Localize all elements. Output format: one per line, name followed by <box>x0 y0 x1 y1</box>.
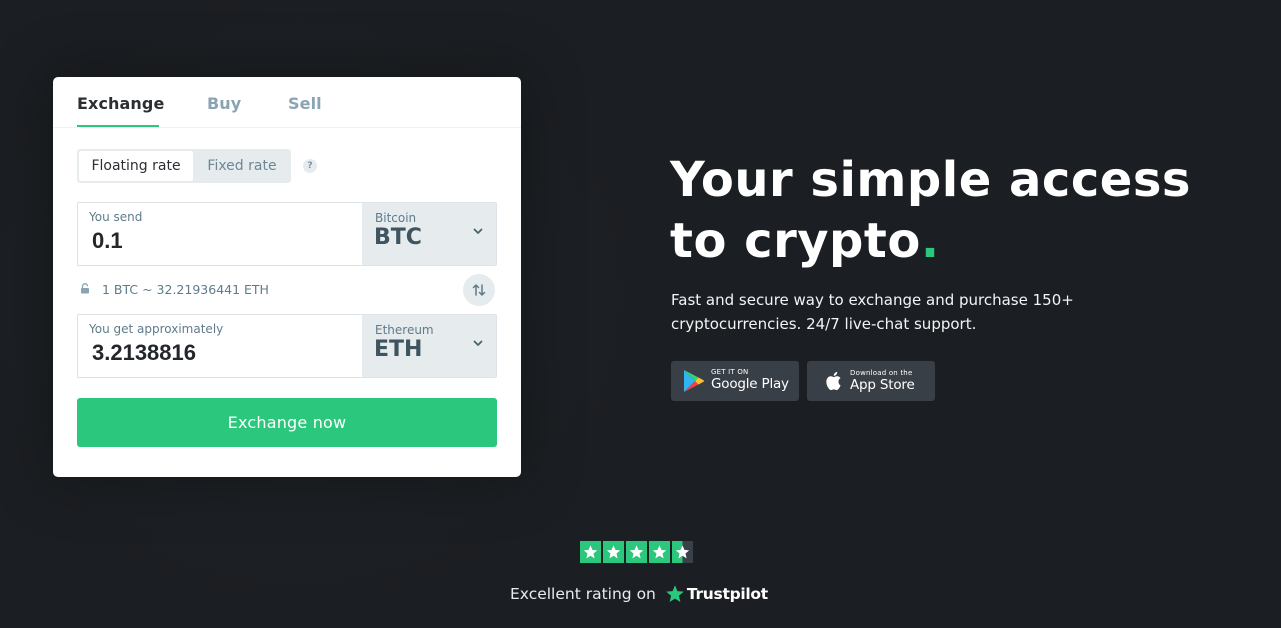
hero-title-dot: . <box>920 213 940 269</box>
app-store-small-text: Download on the <box>850 369 913 377</box>
trustpilot-stars <box>580 541 693 563</box>
send-field: You send Bitcoin BTC <box>77 202 497 266</box>
tab-sell[interactable]: Sell <box>288 94 322 113</box>
hero-title-line1: Your simple access <box>670 152 1191 208</box>
floating-rate-option[interactable]: Floating rate <box>79 151 193 181</box>
receive-label: You get approximately <box>89 322 224 336</box>
star-icon <box>580 541 601 563</box>
rate-type-toggle: Floating rate Fixed rate <box>77 149 291 183</box>
rating-text: Excellent rating on <box>510 585 656 603</box>
app-store-button[interactable]: Download on the App Store <box>807 361 935 401</box>
google-play-icon <box>684 370 704 392</box>
trustpilot-rating[interactable]: Excellent rating on Trustpilot <box>510 582 768 606</box>
receive-currency-name: Ethereum <box>375 323 434 337</box>
send-currency-name: Bitcoin <box>375 211 417 225</box>
send-label: You send <box>89 210 143 224</box>
send-currency-select[interactable]: Bitcoin BTC <box>362 203 496 265</box>
google-play-small-text: GET IT ON <box>711 368 749 376</box>
google-play-button[interactable]: GET IT ON Google Play <box>671 361 799 401</box>
google-play-big-text: Google Play <box>711 376 789 392</box>
star-icon <box>626 541 647 563</box>
trustpilot-star-icon <box>666 585 684 602</box>
chevron-down-icon <box>473 228 483 234</box>
hero-title: Your simple access to crypto. <box>670 150 1191 272</box>
exchange-rate-row: 1 BTC ~ 32.21936441 ETH <box>77 274 495 306</box>
receive-currency-select[interactable]: Ethereum ETH <box>362 315 496 377</box>
trustpilot-logo: Trustpilot <box>665 584 768 604</box>
half-star-icon <box>672 541 693 563</box>
swap-arrows-icon <box>472 284 486 296</box>
exchange-now-button[interactable]: Exchange now <box>77 398 497 447</box>
swap-button[interactable] <box>463 274 495 306</box>
receive-amount-input[interactable] <box>90 339 344 367</box>
star-icon <box>603 541 624 563</box>
exchange-rate-text: 1 BTC ~ 32.21936441 ETH <box>102 282 269 297</box>
trustpilot-wordmark: Trustpilot <box>686 585 768 603</box>
tab-bar: Exchange Buy Sell <box>53 77 521 128</box>
send-currency-code: BTC <box>374 225 422 250</box>
rate-help-icon[interactable]: ? <box>303 159 317 173</box>
receive-currency-code: ETH <box>374 337 423 362</box>
lock-icon <box>81 283 89 294</box>
fixed-rate-option[interactable]: Fixed rate <box>195 151 289 181</box>
star-icon <box>649 541 670 563</box>
hero-subtitle: Fast and secure way to exchange and purc… <box>671 291 1074 333</box>
chevron-down-icon <box>473 340 483 346</box>
tab-buy[interactable]: Buy <box>207 94 241 113</box>
active-tab-indicator <box>77 125 159 127</box>
exchange-widget: Exchange Buy Sell Floating rate Fixed ra… <box>53 77 521 477</box>
tab-exchange[interactable]: Exchange <box>77 94 164 113</box>
hero-title-line2: to crypto <box>670 213 921 269</box>
app-store-big-text: App Store <box>850 377 915 393</box>
receive-field: You get approximately Ethereum ETH <box>77 314 497 378</box>
send-amount-input[interactable] <box>90 227 344 255</box>
apple-icon <box>826 371 841 391</box>
